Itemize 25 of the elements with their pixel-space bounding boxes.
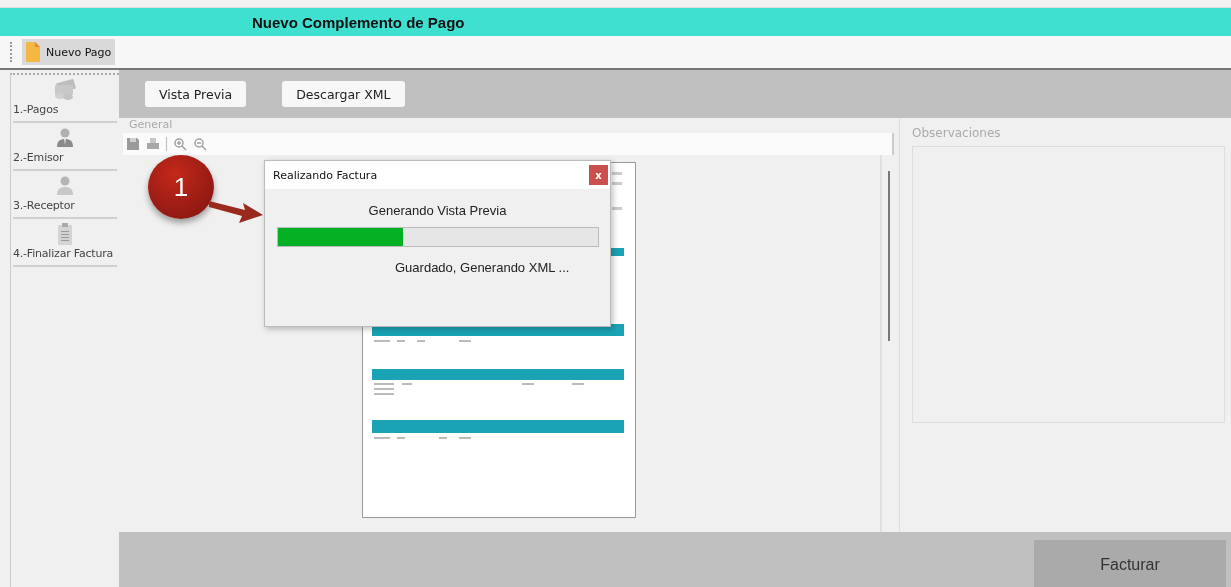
group-title: General	[127, 118, 175, 131]
money-icon	[53, 79, 77, 101]
status-text: Guardado, Generando XML ...	[395, 260, 570, 275]
person-icon	[56, 127, 74, 147]
sidebar-item[interactable]: 3.-Receptor	[13, 171, 117, 219]
person-icon	[56, 175, 74, 195]
sidebar-item[interactable]: 4.-Finalizar Factura	[13, 219, 117, 267]
file-icon	[26, 42, 40, 62]
zoom-out-icon[interactable]	[193, 137, 207, 151]
invoice-button[interactable]: Facturar	[1034, 540, 1226, 587]
new-payment-button[interactable]: Nuevo Pago	[22, 39, 116, 65]
print-icon[interactable]	[146, 137, 160, 151]
window-title: Nuevo Complemento de Pago	[252, 13, 465, 31]
zoom-in-icon[interactable]	[173, 137, 187, 151]
close-button[interactable]: x	[589, 165, 608, 185]
save-icon[interactable]	[126, 137, 140, 151]
scrollbar[interactable]	[888, 171, 890, 341]
panel-title: Observaciones	[912, 126, 1002, 140]
sidebar-item[interactable]: 2.-Emisor	[13, 123, 117, 171]
download-button[interactable]: Descargar XML	[282, 81, 405, 107]
clipboard-icon	[57, 223, 73, 245]
sidebar-item[interactable]: 1.-Pagos	[13, 75, 117, 123]
dialog-title: Realizando Factura	[273, 168, 378, 182]
preview-button[interactable]: Vista Previa	[145, 81, 247, 107]
dialog-message: Generando Vista Previa	[368, 203, 507, 218]
